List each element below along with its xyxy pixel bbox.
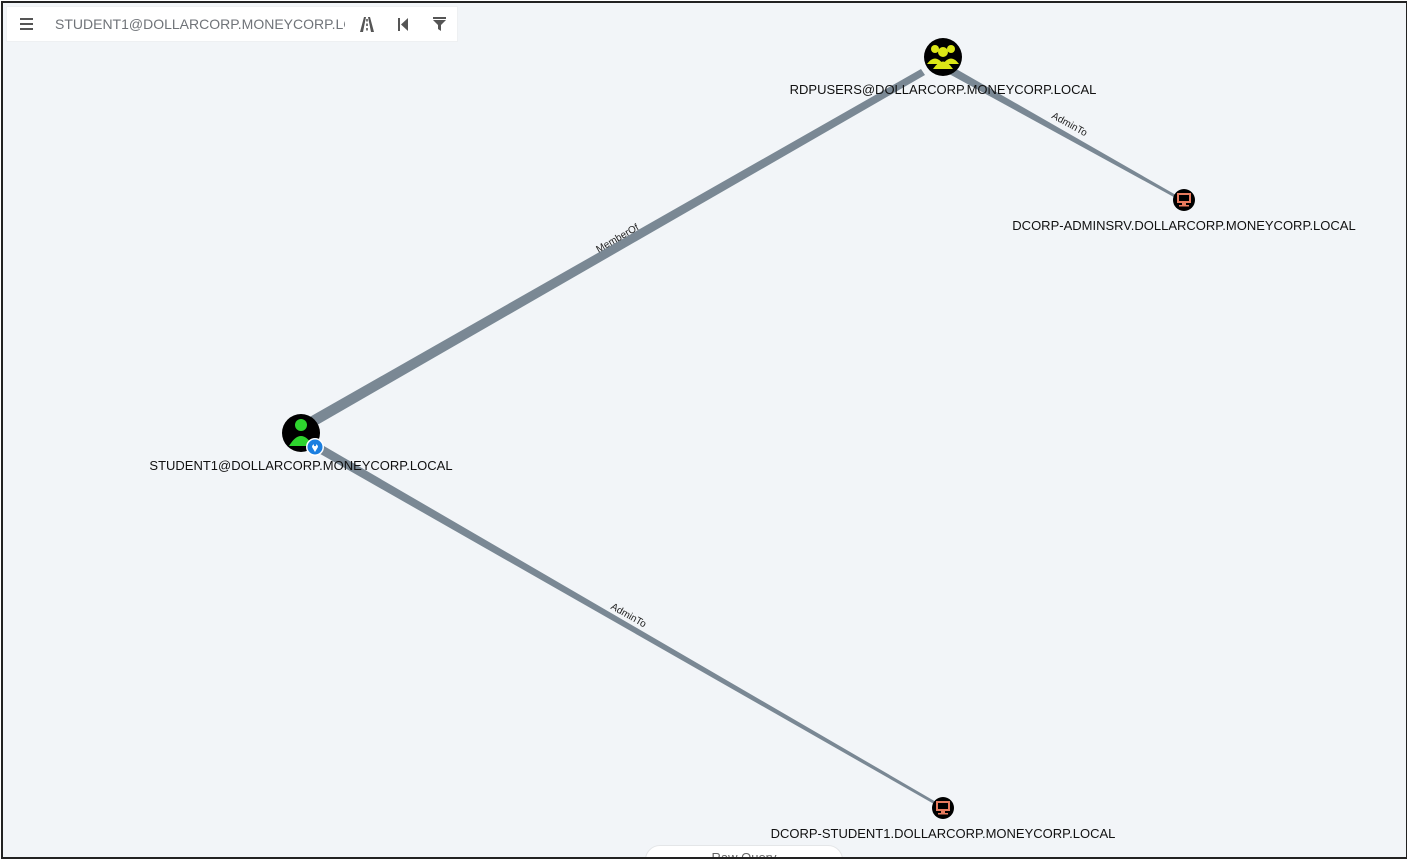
edge-memberof[interactable]: MemberOf (299, 69, 925, 432)
node-adminsrv[interactable]: DCORP-ADMINSRV.DOLLARCORP.MONEYCORP.LOCA… (1012, 189, 1356, 233)
node-student-pc[interactable]: DCORP-STUDENT1.DOLLARCORP.MONEYCORP.LOCA… (771, 797, 1116, 841)
node-label-student-pc: DCORP-STUDENT1.DOLLARCORP.MONEYCORP.LOCA… (771, 826, 1116, 841)
back-icon (398, 17, 408, 31)
owned-marker-icon (306, 438, 324, 456)
search-bar (7, 7, 457, 41)
node-label-adminsrv: DCORP-ADMINSRV.DOLLARCORP.MONEYCORP.LOCA… (1012, 218, 1355, 233)
node-student[interactable]: STUDENT1@DOLLARCORP.MONEYCORP.LOCAL (149, 414, 453, 473)
back-button[interactable] (385, 7, 421, 41)
graph-canvas[interactable]: MemberOf AdminTo AdminTo RDPUSERS@DOLLAR… (1, 1, 1407, 859)
search-input[interactable] (51, 9, 349, 39)
node-label-rdpusers: RDPUSERS@DOLLARCORP.MONEYCORP.LOCAL (790, 82, 1097, 97)
edge-adminto-user[interactable]: AdminTo (301, 435, 943, 808)
graph-svg[interactable]: MemberOf AdminTo AdminTo RDPUSERS@DOLLAR… (3, 3, 1406, 857)
pathfinding-icon (360, 16, 374, 32)
node-label-student: STUDENT1@DOLLARCORP.MONEYCORP.LOCAL (149, 458, 452, 473)
filter-icon (432, 17, 446, 31)
pathfinding-button[interactable] (349, 7, 385, 41)
menu-button[interactable] (7, 7, 47, 41)
node-rdpusers[interactable]: RDPUSERS@DOLLARCORP.MONEYCORP.LOCAL (790, 38, 1097, 97)
menu-icon (20, 18, 33, 30)
raw-query-button[interactable]: Raw Query (645, 845, 843, 857)
filter-button[interactable] (421, 7, 457, 41)
